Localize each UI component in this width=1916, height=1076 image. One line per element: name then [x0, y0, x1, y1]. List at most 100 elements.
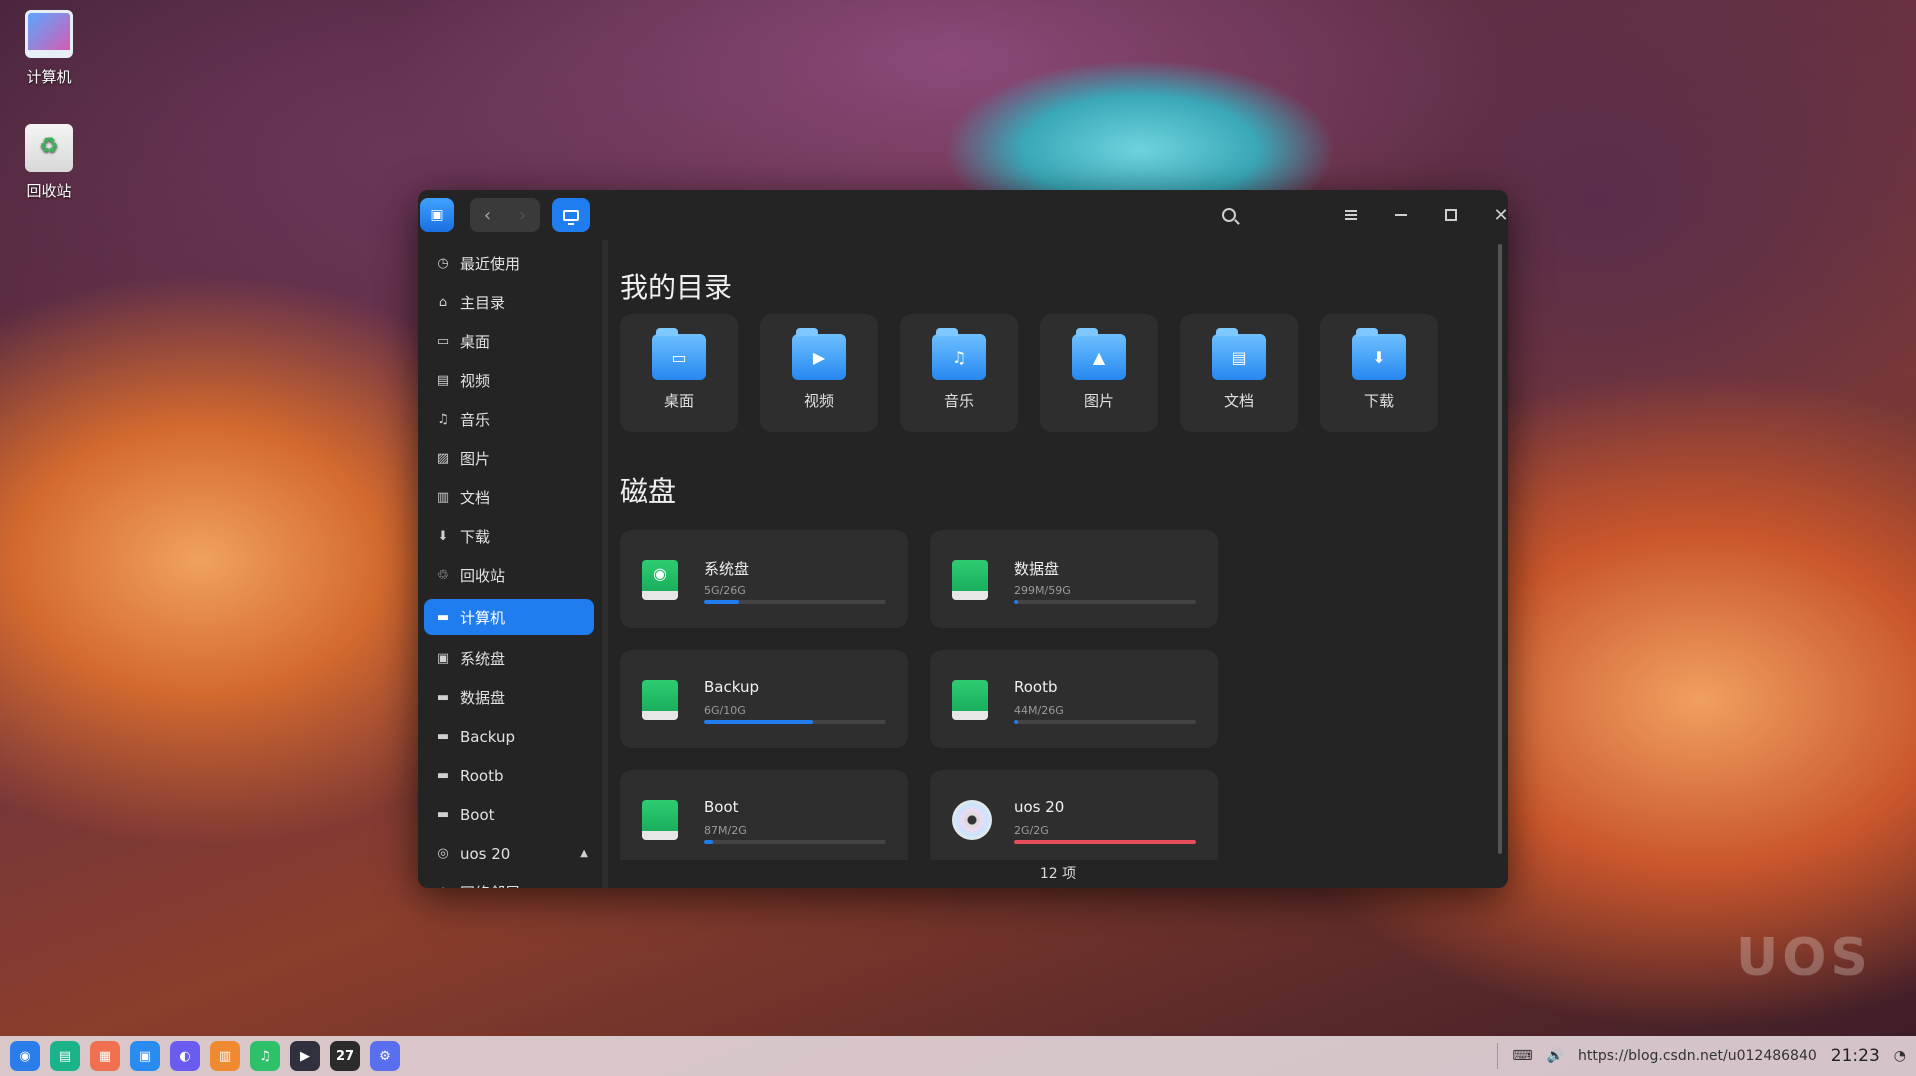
disk-tile[interactable]: ◉ 系统盘 5G/26G [620, 530, 908, 628]
launcher-icon[interactable]: ◉ [10, 1041, 40, 1071]
folder-label: 音乐 [943, 392, 974, 410]
disk-icon [952, 680, 988, 720]
desktop-icon: ▭ [436, 334, 450, 349]
file-manager-icon[interactable]: ▣ [130, 1041, 160, 1071]
sidebar-item-label: uos 20 [460, 844, 511, 863]
search-button[interactable] [1212, 198, 1246, 232]
disk-icon [642, 800, 678, 840]
sidebar-item[interactable]: ♫ 音乐 [418, 400, 600, 439]
sidebar-item-label: 文档 [460, 489, 491, 507]
home-icon: ⌂ [438, 295, 448, 310]
disk-tile[interactable]: 数据盘 299M/59G [930, 530, 1218, 628]
sidebar-item[interactable]: ◎ uos 20 ▲ [418, 834, 600, 873]
sidebar-item[interactable]: ⬇ 下载 [418, 517, 600, 556]
clock-icon: ◷ [437, 256, 449, 271]
disk-tile[interactable]: Boot 87M/2G [620, 770, 908, 868]
disk-icon [952, 560, 988, 600]
maximize-button[interactable] [1434, 198, 1468, 232]
disk-usage-fill [704, 600, 739, 604]
multitask-view-icon[interactable]: ▤ [50, 1041, 80, 1071]
download-icon: ⬇ [437, 529, 449, 544]
my-directories-title: 我的目录 [620, 271, 733, 304]
disk-size: 44M/26G [1014, 704, 1064, 717]
disk-icon: ▬ [436, 807, 450, 822]
network-icon: ◌ [434, 885, 452, 888]
sidebar-item[interactable]: ▬ Backup [418, 717, 600, 756]
tray-separator [1497, 1043, 1499, 1069]
disk-name: 数据盘 [1014, 560, 1060, 578]
disk-tile[interactable]: Backup 6G/10G [620, 650, 908, 748]
disk-tile[interactable]: Rootb 44M/26G [930, 650, 1218, 748]
disk-usage-bar [1014, 720, 1196, 724]
disk-usage-fill [1014, 720, 1018, 724]
sidebar-item[interactable]: ▬ 数据盘 [418, 678, 600, 717]
sidebar-item-label: 数据盘 [460, 689, 506, 707]
folder-tile[interactable]: ⬇ 下载 [1320, 314, 1438, 432]
folder-tile[interactable]: ▲ 图片 [1040, 314, 1158, 432]
sidebar-item[interactable]: ▭ 桌面 [418, 322, 600, 361]
music-folder-icon: ♫ [932, 328, 986, 380]
menu-icon [1345, 210, 1357, 220]
sidebar-item-label: Boot [460, 805, 495, 824]
folder-tile[interactable]: ♫ 音乐 [900, 314, 1018, 432]
eject-icon[interactable]: ▲ [580, 848, 588, 859]
browser-icon[interactable]: ◐ [170, 1041, 200, 1071]
tray-url-text: https://blog.csdn.net/u012486840 [1577, 1048, 1817, 1064]
music-player-icon[interactable]: ♫ [250, 1041, 280, 1071]
disk-usage-fill [704, 720, 814, 724]
folder-tile[interactable]: ▤ 文档 [1180, 314, 1298, 432]
main-content: 我的目录 ▭ 桌面 ▶ 视频 ♫ 音乐 ▲ 图片 ▤ 文档 ⬇ 下载 磁盘 ◉ 系统盘 5G/26G 数据盘… [608, 240, 1508, 888]
sidebar-item[interactable]: ▤ 视频 [418, 361, 600, 400]
desktop-icon-trash[interactable]: 回收站 [14, 124, 84, 201]
folder-label: 下载 [1363, 392, 1394, 410]
video-player-icon[interactable]: ▶ [290, 1041, 320, 1071]
sidebar-item[interactable]: ▬ 计算机 [424, 599, 594, 635]
folder-tile[interactable]: ▭ 桌面 [620, 314, 738, 432]
sidebar-item[interactable]: ◷ 最近使用 [418, 244, 600, 283]
folder-tile[interactable]: ▶ 视频 [760, 314, 878, 432]
notification-icon[interactable]: ◔ [1894, 1048, 1906, 1064]
sidebar-item-label: 最近使用 [460, 255, 521, 273]
disk-tile[interactable]: uos 20 2G/2G [930, 770, 1218, 868]
settings-icon[interactable]: ⚙ [370, 1041, 400, 1071]
calendar-icon[interactable]: 27 [330, 1041, 360, 1071]
sidebar-item[interactable]: ◌ 网络邻居 [418, 873, 600, 888]
disk-usage-bar [704, 600, 886, 604]
sidebar-item[interactable]: ▬ Boot [418, 795, 600, 834]
disk-name: 系统盘 [704, 560, 750, 578]
folder-label: 视频 [803, 392, 834, 410]
sidebar-item[interactable]: ▥ 文档 [418, 478, 600, 517]
back-button[interactable]: ‹ [470, 198, 505, 232]
minimize-icon [1395, 214, 1407, 216]
app-store-icon[interactable]: ▥ [210, 1041, 240, 1071]
minimize-button[interactable] [1384, 198, 1418, 232]
sidebar-item-label: Backup [460, 727, 515, 746]
computer-icon: ▬ [436, 609, 450, 625]
workspace-icon[interactable]: ▦ [90, 1041, 120, 1071]
forward-button[interactable]: › [505, 198, 540, 232]
sidebar-item[interactable]: ▣ 系统盘 [418, 639, 600, 678]
close-button[interactable]: ✕ [1484, 198, 1508, 232]
scrollbar[interactable] [1498, 244, 1502, 854]
video-icon: ▤ [436, 373, 450, 388]
folder-label: 桌面 [663, 392, 694, 410]
desktop-icon-label: 回收站 [26, 182, 72, 200]
cdrom-icon [952, 800, 992, 840]
clock[interactable]: 21:23 [1831, 1046, 1880, 1066]
disk-usage-fill [704, 840, 714, 844]
trash-icon: ♲ [437, 568, 449, 583]
breadcrumb-computer-button[interactable] [552, 198, 590, 232]
desktop-icon-computer[interactable]: 计算机 [14, 10, 84, 87]
main-menu-button[interactable] [1334, 198, 1368, 232]
keyboard-icon[interactable]: ⌨ [1512, 1048, 1532, 1064]
volume-icon[interactable]: 🔊 [1547, 1048, 1564, 1064]
disk-icon [642, 680, 678, 720]
sidebar-item[interactable]: ⌂ 主目录 [418, 283, 600, 322]
folder-grid: ▭ 桌面 ▶ 视频 ♫ 音乐 ▲ 图片 ▤ 文档 ⬇ 下载 [620, 314, 1438, 432]
sidebar-item-label: 网络邻居 [460, 882, 520, 888]
sidebar-item[interactable]: ▬ Rootb [418, 756, 600, 795]
folder-label: 文档 [1223, 392, 1254, 410]
disk-name: Backup [704, 678, 759, 696]
sidebar-item[interactable]: ▨ 图片 [418, 439, 600, 478]
sidebar-item[interactable]: ♲ 回收站 [418, 556, 600, 595]
